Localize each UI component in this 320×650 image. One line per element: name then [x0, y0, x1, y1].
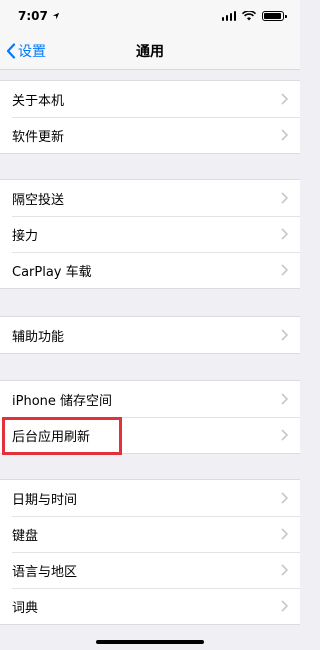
chevron-left-icon: [6, 43, 16, 59]
row-language-region[interactable]: 语言与地区: [0, 552, 300, 588]
row-label: 后台应用刷新: [12, 429, 91, 445]
row-iphone-storage[interactable]: iPhone 储存空间: [0, 381, 300, 417]
row-carplay[interactable]: CarPlay 车载: [0, 252, 300, 288]
home-indicator[interactable]: [96, 640, 204, 644]
row-label: 日期与时间: [12, 492, 78, 508]
chevron-right-icon: [281, 600, 288, 612]
row-label: 隔空投送: [12, 192, 65, 208]
settings-group-locale: 日期与时间 键盘 语言与地区 词典: [0, 479, 300, 625]
row-label: CarPlay 车载: [12, 264, 92, 280]
row-label: iPhone 储存空间: [12, 393, 113, 409]
settings-group-about: 关于本机 软件更新: [0, 80, 300, 154]
row-background-app-refresh[interactable]: 后台应用刷新: [0, 417, 300, 453]
chevron-right-icon: [281, 93, 288, 105]
chevron-right-icon: [281, 192, 288, 204]
chevron-right-icon: [281, 528, 288, 540]
chevron-right-icon: [281, 393, 288, 405]
row-software-update[interactable]: 软件更新: [0, 117, 300, 153]
row-accessibility[interactable]: 辅助功能: [0, 317, 300, 353]
settings-group-storage: iPhone 储存空间 后台应用刷新: [0, 380, 300, 454]
settings-group-accessibility: 辅助功能: [0, 316, 300, 354]
chevron-right-icon: [281, 492, 288, 504]
row-date-time[interactable]: 日期与时间: [0, 480, 300, 516]
chevron-right-icon: [281, 564, 288, 576]
settings-group-connectivity: 隔空投送 接力 CarPlay 车载: [0, 179, 300, 289]
status-time: 7:07: [18, 9, 48, 23]
chevron-right-icon: [281, 329, 288, 341]
row-label: 接力: [12, 228, 39, 244]
chevron-right-icon: [281, 129, 288, 141]
chevron-right-icon: [281, 429, 288, 441]
row-airdrop[interactable]: 隔空投送: [0, 180, 300, 216]
row-label: 关于本机: [12, 93, 65, 109]
wifi-icon: [242, 11, 256, 21]
row-label: 词典: [12, 600, 39, 616]
cellular-signal-icon: [221, 11, 236, 21]
status-bar: 7:07: [0, 0, 300, 32]
location-arrow-icon: [52, 12, 60, 20]
row-about[interactable]: 关于本机: [0, 81, 300, 117]
navigation-bar: 通用 设置: [0, 32, 300, 70]
row-label: 语言与地区: [12, 564, 78, 580]
back-button[interactable]: 设置: [6, 32, 46, 70]
row-dictionary[interactable]: 词典: [0, 588, 300, 624]
row-label: 软件更新: [12, 129, 65, 145]
chevron-right-icon: [281, 228, 288, 240]
chevron-right-icon: [281, 264, 288, 276]
battery-icon: [262, 11, 287, 21]
back-button-label: 设置: [18, 44, 46, 60]
row-label: 辅助功能: [12, 329, 65, 345]
row-keyboard[interactable]: 键盘: [0, 516, 300, 552]
row-handoff[interactable]: 接力: [0, 216, 300, 252]
row-label: 键盘: [12, 528, 39, 544]
